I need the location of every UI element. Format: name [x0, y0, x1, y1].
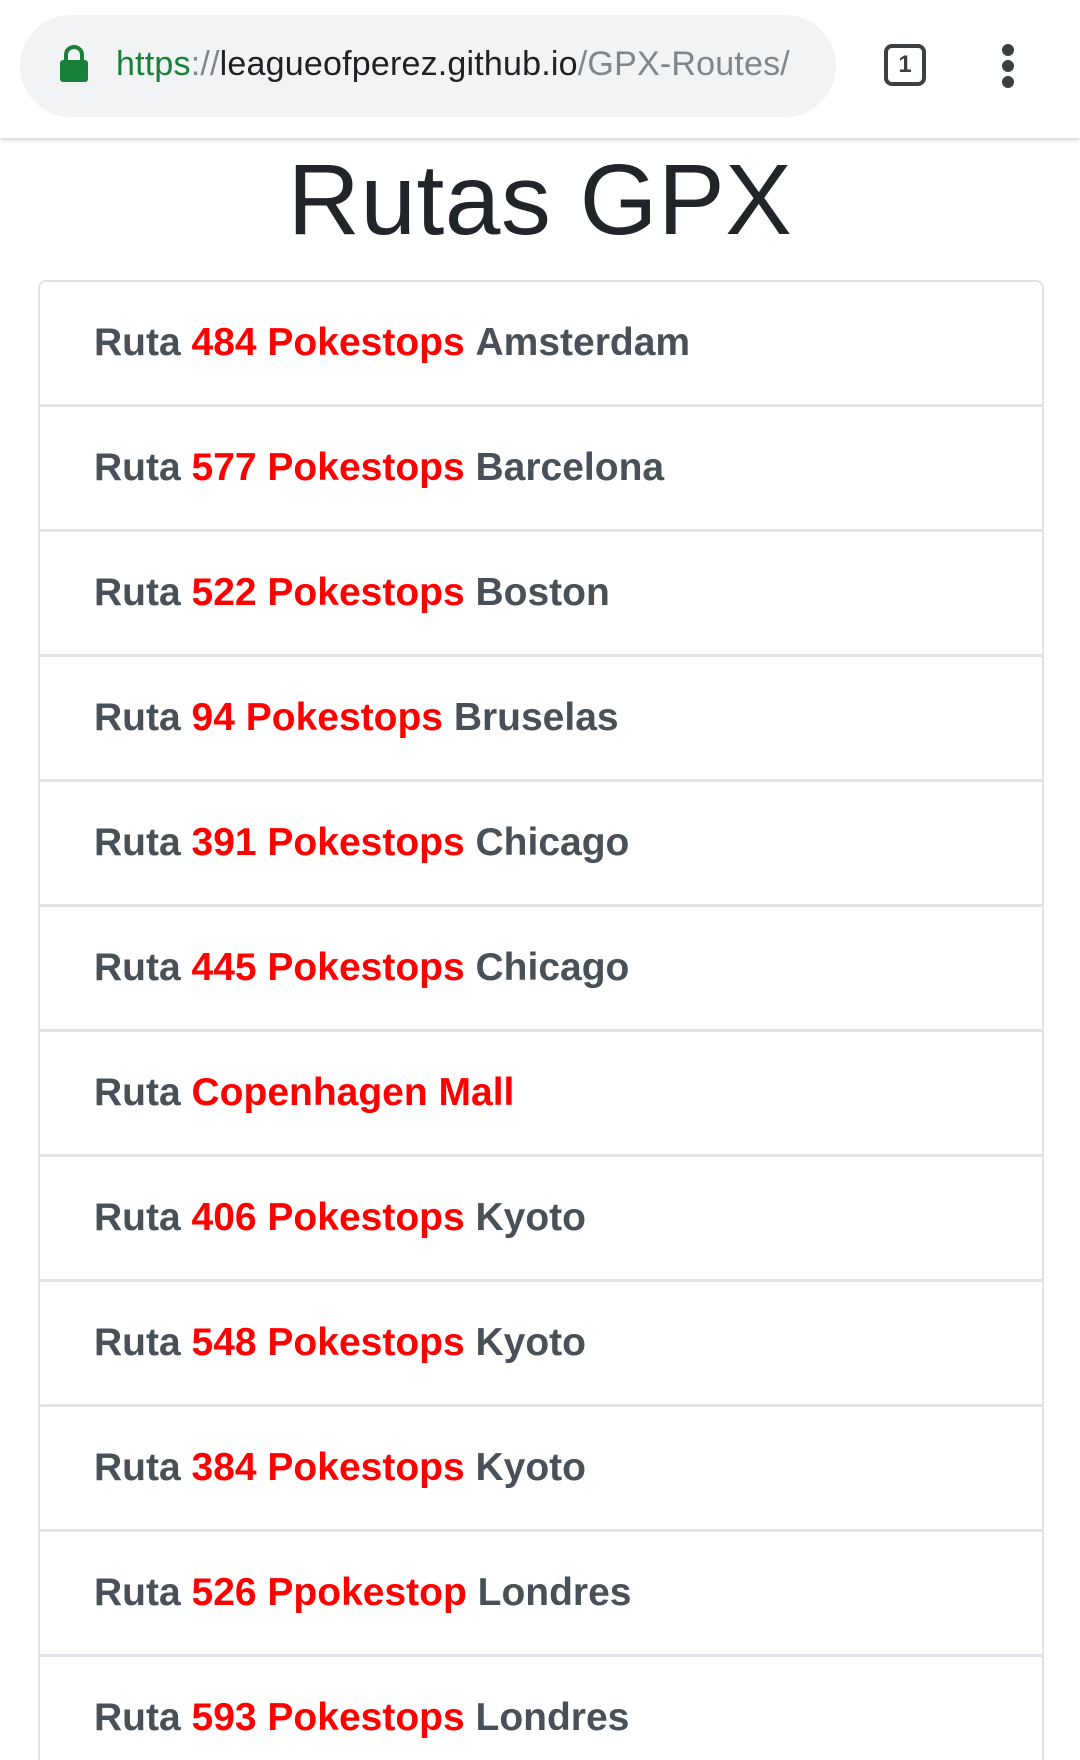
- route-city: Kyoto: [475, 1196, 587, 1239]
- route-prefix: Ruta: [94, 321, 181, 364]
- route-list: Ruta 484 Pokestops Amsterdam Ruta 577 Pok…: [38, 280, 1044, 1760]
- route-prefix: Ruta: [94, 1321, 181, 1364]
- route-prefix: Ruta: [94, 1696, 181, 1739]
- lock-icon[interactable]: [58, 44, 90, 84]
- route-city: Boston: [475, 571, 610, 614]
- url-separator: ://: [190, 45, 220, 83]
- route-prefix: Ruta: [94, 1196, 181, 1239]
- route-link[interactable]: Ruta Copenhagen Mall: [40, 1032, 1042, 1157]
- route-prefix: Ruta: [94, 1571, 181, 1614]
- route-city: Kyoto: [475, 1446, 587, 1489]
- route-prefix: Ruta: [94, 1446, 181, 1489]
- route-link[interactable]: Ruta 484 Pokestops Amsterdam: [40, 282, 1042, 407]
- url-host: leagueofperez.github.io: [219, 45, 578, 83]
- route-highlight: 548 Pokestops: [191, 1321, 465, 1364]
- route-link[interactable]: Ruta 522 Pokestops Boston: [40, 532, 1042, 657]
- route-prefix: Ruta: [94, 1071, 181, 1114]
- route-link[interactable]: Ruta 577 Pokestops Barcelona: [40, 407, 1042, 532]
- url-path: /GPX-Routes/: [577, 45, 790, 83]
- tab-count: 1: [898, 51, 912, 78]
- route-highlight: 577 Pokestops: [191, 446, 465, 489]
- route-highlight: Copenhagen Mall: [191, 1071, 515, 1114]
- route-highlight: 94 Pokestops: [191, 696, 443, 739]
- route-link[interactable]: Ruta 548 Pokestops Kyoto: [40, 1282, 1042, 1407]
- route-city: Bruselas: [453, 696, 619, 739]
- route-highlight: 593 Pokestops: [191, 1696, 465, 1739]
- route-highlight: 522 Pokestops: [191, 571, 465, 614]
- route-city: Londres: [475, 1696, 630, 1739]
- route-link[interactable]: Ruta 94 Pokestops Bruselas: [40, 657, 1042, 782]
- url-text[interactable]: https://leagueofperez.github.io/GPX-Rout…: [116, 44, 790, 84]
- route-highlight: 484 Pokestops: [191, 321, 465, 364]
- route-highlight: 384 Pokestops: [191, 1446, 465, 1489]
- route-prefix: Ruta: [94, 571, 181, 614]
- route-city: Kyoto: [475, 1321, 587, 1364]
- route-city: Chicago: [475, 946, 630, 989]
- route-highlight: 406 Pokestops: [191, 1196, 465, 1239]
- tab-switcher-button[interactable]: 1: [884, 44, 926, 86]
- route-link[interactable]: Ruta 391 Pokestops Chicago: [40, 782, 1042, 907]
- route-city: Barcelona: [475, 446, 665, 489]
- browser-toolbar: https://leagueofperez.github.io/GPX-Rout…: [0, 0, 1080, 138]
- route-city: Londres: [477, 1571, 632, 1614]
- route-city: Amsterdam: [475, 321, 691, 364]
- route-link[interactable]: Ruta 526 Ppokestop Londres: [40, 1532, 1042, 1657]
- route-prefix: Ruta: [94, 446, 181, 489]
- page-title: Rutas GPX: [287, 144, 793, 256]
- route-prefix: Ruta: [94, 946, 181, 989]
- url-scheme: https: [116, 45, 191, 83]
- route-link[interactable]: Ruta 406 Pokestops Kyoto: [40, 1157, 1042, 1282]
- route-link[interactable]: Ruta 593 Pokestops Londres: [40, 1657, 1042, 1760]
- route-prefix: Ruta: [94, 821, 181, 864]
- route-link[interactable]: Ruta 445 Pokestops Chicago: [40, 907, 1042, 1032]
- route-link[interactable]: Ruta 384 Pokestops Kyoto: [40, 1407, 1042, 1532]
- more-vert-icon[interactable]: [996, 44, 1020, 88]
- route-highlight: 526 Ppokestop: [191, 1571, 467, 1614]
- route-highlight: 391 Pokestops: [191, 821, 465, 864]
- route-city: Chicago: [475, 821, 630, 864]
- route-highlight: 445 Pokestops: [191, 946, 465, 989]
- route-prefix: Ruta: [94, 696, 181, 739]
